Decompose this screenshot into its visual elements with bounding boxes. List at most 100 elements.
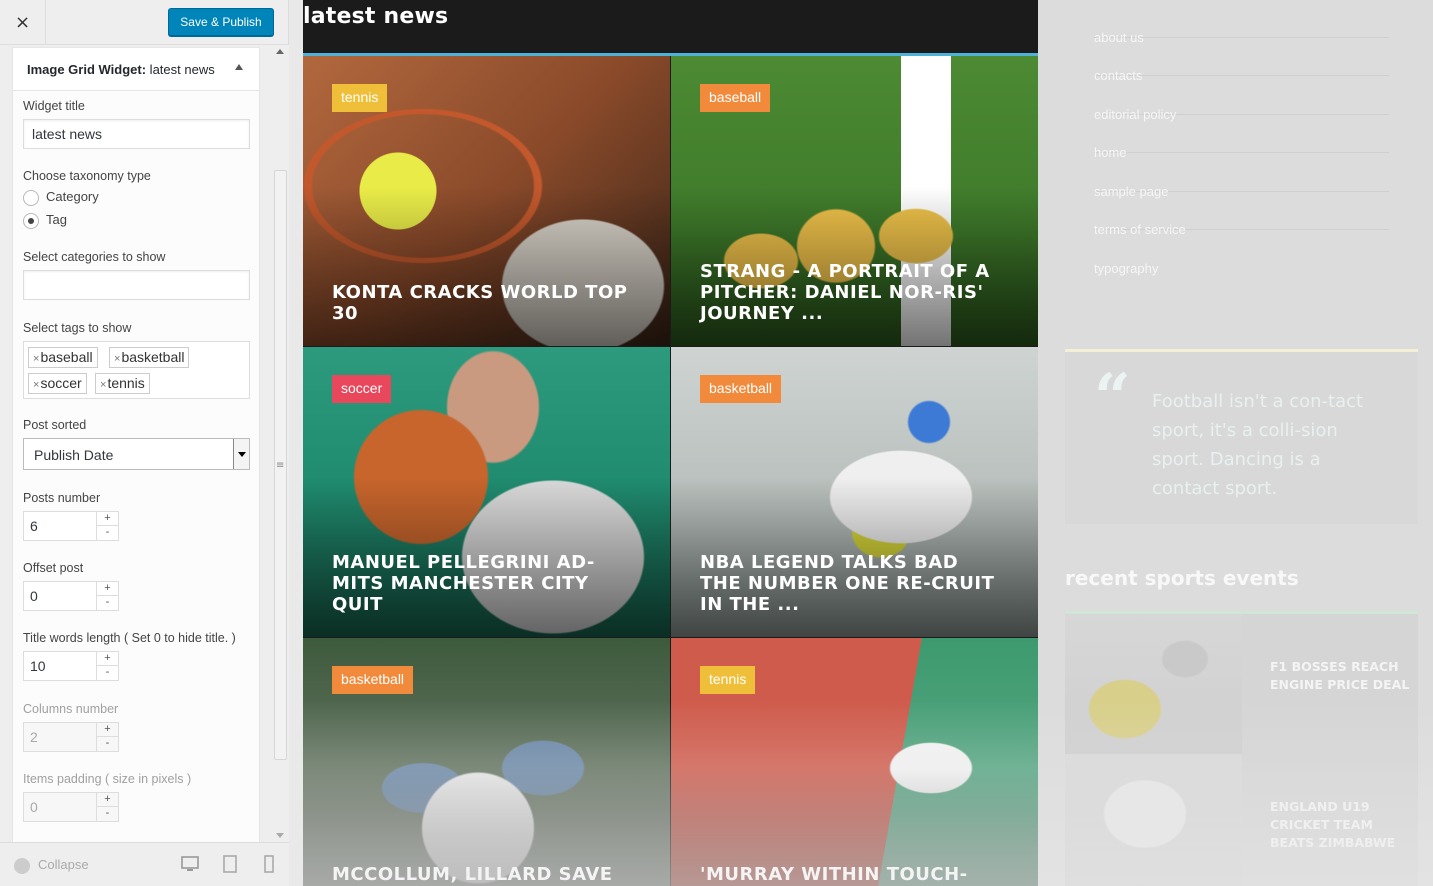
increment-icon[interactable]: + bbox=[97, 793, 118, 807]
chevron-down-icon[interactable] bbox=[233, 439, 249, 469]
tile-title[interactable]: NBA LEGEND TALKS BAD THE NUMBER ONE RE-C… bbox=[700, 552, 1000, 615]
sidebar: about us contacts editorial policy home … bbox=[1038, 0, 1433, 886]
save-publish-button[interactable]: Save & Publish bbox=[168, 8, 274, 36]
tile-title[interactable]: KONTA CRACKS WORLD TOP 30 bbox=[332, 282, 632, 324]
menu-item[interactable]: contacts bbox=[1094, 38, 1389, 83]
news-tile[interactable]: basketball MCCOLLUM, LILLARD SAVE BLAZER… bbox=[303, 638, 670, 886]
grip-icon: ≡ bbox=[276, 460, 285, 471]
tile-title[interactable]: MCCOLLUM, LILLARD SAVE BLAZERS PAST TIMB… bbox=[332, 864, 632, 886]
scroll-up-icon[interactable] bbox=[276, 49, 284, 54]
spinner[interactable]: + - bbox=[96, 793, 118, 821]
event-item[interactable]: ENGLAND U19 CRICKET TEAM BEATS ZIMBABWE bbox=[1065, 754, 1418, 886]
increment-icon[interactable]: + bbox=[97, 512, 118, 526]
padding-stepper[interactable]: 0 + - bbox=[23, 792, 119, 822]
radio-category[interactable] bbox=[23, 190, 39, 206]
decrement-icon[interactable]: - bbox=[97, 737, 118, 751]
offset-label: Offset post bbox=[23, 561, 84, 575]
radio-category-label: Category bbox=[46, 189, 99, 204]
remove-icon[interactable]: × bbox=[33, 353, 39, 365]
news-tile[interactable]: soccer MANUEL PELLEGRINI AD-MITS MANCHES… bbox=[303, 347, 670, 637]
increment-icon[interactable]: + bbox=[97, 652, 118, 666]
events-title: recent sports events bbox=[1065, 566, 1299, 590]
collapse-icon bbox=[14, 857, 30, 874]
tag-chip[interactable]: ×tennis bbox=[95, 373, 150, 394]
categories-label: Select categories to show bbox=[23, 250, 166, 264]
category-badge[interactable]: tennis bbox=[332, 84, 388, 112]
tile-title[interactable]: 'MURRAY WITHIN TOUCH-ING DISTANCE': TENN… bbox=[700, 864, 1000, 886]
quote-widget: “ Football isn't a con-tact sport, it's … bbox=[1065, 352, 1418, 524]
widget-header[interactable]: Image Grid Widget: latest news bbox=[12, 47, 260, 91]
section-title: latest news bbox=[303, 4, 449, 29]
caret-up-icon[interactable] bbox=[235, 64, 243, 70]
news-tile[interactable]: basketball NBA LEGEND TALKS BAD THE NUMB… bbox=[671, 347, 1038, 637]
decrement-icon[interactable]: - bbox=[97, 666, 118, 680]
title-words-stepper[interactable]: 10 + - bbox=[23, 651, 119, 681]
widget-title-label: Widget title bbox=[23, 99, 85, 113]
widget-title-input[interactable]: latest news bbox=[23, 119, 250, 149]
event-image[interactable] bbox=[1065, 754, 1242, 886]
decrement-icon[interactable]: - bbox=[97, 596, 118, 610]
news-tile[interactable]: tennis 'MURRAY WITHIN TOUCH-ING DISTANCE… bbox=[671, 638, 1038, 886]
menu-item[interactable]: typography bbox=[1094, 231, 1389, 276]
mobile-icon[interactable] bbox=[260, 855, 278, 873]
scroll-down-icon[interactable] bbox=[276, 833, 284, 838]
tile-title[interactable]: MANUEL PELLEGRINI AD-MITS MANCHESTER CIT… bbox=[332, 552, 632, 615]
sorted-select[interactable]: Publish Date bbox=[23, 438, 250, 470]
pages-menu: about us contacts editorial policy home … bbox=[1065, 0, 1391, 350]
news-tile[interactable]: baseball STRANG - A PORTRAIT OF A PITCHE… bbox=[671, 56, 1038, 346]
event-title[interactable]: F1 BOSSES REACH ENGINE PRICE DEAL bbox=[1270, 658, 1410, 694]
decrement-icon[interactable]: - bbox=[97, 807, 118, 821]
remove-icon[interactable]: × bbox=[114, 353, 120, 365]
spinner[interactable]: + - bbox=[96, 723, 118, 751]
event-item[interactable]: F1 BOSSES REACH ENGINE PRICE DEAL bbox=[1065, 614, 1418, 754]
close-icon[interactable]: × bbox=[0, 0, 46, 45]
category-badge[interactable]: basketball bbox=[332, 666, 414, 694]
spinner[interactable]: + - bbox=[96, 652, 118, 680]
quote-text: Football isn't a con-tact sport, it's a … bbox=[1152, 391, 1364, 499]
columns-stepper[interactable]: 2 + - bbox=[23, 722, 119, 752]
menu-item[interactable]: sample page bbox=[1094, 154, 1389, 199]
category-badge[interactable]: baseball bbox=[700, 84, 771, 112]
columns-value: 2 bbox=[30, 729, 38, 745]
widget-form: Widget title latest news Choose taxonomy… bbox=[12, 91, 260, 842]
sorted-label: Post sorted bbox=[23, 418, 87, 432]
tags-input[interactable]: ×baseball ×basketball ×soccer ×tennis bbox=[23, 341, 250, 399]
sorted-select-value: Publish Date bbox=[34, 447, 114, 463]
increment-icon[interactable]: + bbox=[97, 582, 118, 596]
tablet-icon[interactable] bbox=[221, 855, 239, 873]
collapse-button[interactable]: Collapse bbox=[14, 857, 89, 874]
spinner[interactable]: + - bbox=[96, 582, 118, 610]
panel-scrollbar[interactable]: ≡ bbox=[272, 45, 289, 842]
tag-chip[interactable]: ×baseball bbox=[28, 347, 98, 368]
remove-icon[interactable]: × bbox=[33, 379, 39, 391]
event-title[interactable]: ENGLAND U19 CRICKET TEAM BEATS ZIMBABWE bbox=[1270, 798, 1410, 852]
category-badge[interactable]: tennis bbox=[700, 666, 756, 694]
title-words-label: Title words length ( Set 0 to hide title… bbox=[23, 631, 236, 645]
widget-header-type: Image Grid Widget: bbox=[27, 62, 147, 77]
remove-icon[interactable]: × bbox=[100, 379, 106, 391]
category-badge[interactable]: soccer bbox=[332, 375, 392, 403]
padding-value: 0 bbox=[30, 799, 38, 815]
customizer-scroll-area: Image Grid Widget: latest news Widget ti… bbox=[0, 45, 289, 842]
radio-tag[interactable] bbox=[23, 213, 39, 229]
menu-item[interactable]: terms of service bbox=[1094, 192, 1389, 237]
menu-item[interactable]: about us bbox=[1094, 0, 1389, 45]
category-badge[interactable]: basketball bbox=[700, 375, 782, 403]
menu-item[interactable]: home bbox=[1094, 115, 1389, 160]
tag-chip[interactable]: ×basketball bbox=[109, 347, 190, 368]
spinner[interactable]: + - bbox=[96, 512, 118, 540]
widget-header-name: latest news bbox=[146, 62, 215, 77]
news-tile[interactable]: tennis KONTA CRACKS WORLD TOP 30 bbox=[303, 56, 670, 346]
tile-title[interactable]: STRANG - A PORTRAIT OF A PITCHER: DANIEL… bbox=[700, 261, 1000, 324]
menu-item[interactable]: editorial policy bbox=[1094, 77, 1389, 122]
desktop-icon[interactable] bbox=[181, 855, 199, 873]
event-image[interactable] bbox=[1065, 614, 1242, 754]
taxonomy-label: Choose taxonomy type bbox=[23, 169, 151, 183]
tag-chip[interactable]: ×soccer bbox=[28, 373, 87, 394]
increment-icon[interactable]: + bbox=[97, 723, 118, 737]
categories-input[interactable] bbox=[23, 270, 250, 300]
decrement-icon[interactable]: - bbox=[97, 526, 118, 540]
posts-number-label: Posts number bbox=[23, 491, 101, 505]
offset-stepper[interactable]: 0 + - bbox=[23, 581, 119, 611]
posts-number-stepper[interactable]: 6 + - bbox=[23, 511, 119, 541]
